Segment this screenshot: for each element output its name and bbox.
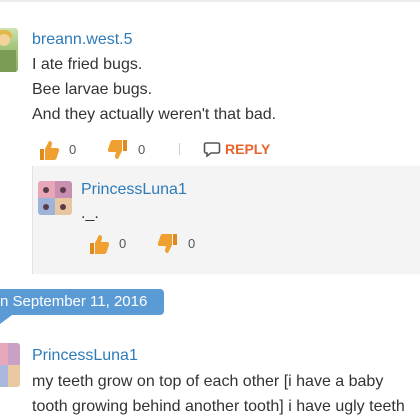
thumbs-up-icon xyxy=(90,235,110,254)
reply-label: REPLY xyxy=(225,141,271,157)
like-button[interactable]: 0 xyxy=(37,139,76,161)
comment-username[interactable]: breann.west.5 xyxy=(32,30,133,50)
avatar[interactable] xyxy=(0,343,20,387)
thumbs-up-icon xyxy=(40,141,60,160)
reply-text: ._. xyxy=(81,205,99,222)
reply-bubble-icon xyxy=(203,142,221,158)
date-divider-label: n September 11, 2016 xyxy=(0,293,148,310)
dislike-count: 0 xyxy=(138,142,146,157)
avatar[interactable] xyxy=(38,181,72,215)
comment-text-line: And they actually weren't that bad. xyxy=(32,106,277,123)
comment-text-line: tooth growing behind another tooth] i ha… xyxy=(32,398,405,415)
dislike-count: 0 xyxy=(188,236,196,251)
reply-button[interactable]: REPLY xyxy=(203,140,270,158)
date-divider-tail xyxy=(0,315,12,324)
comment-username[interactable]: PrincessLuna1 xyxy=(32,346,138,366)
thumbs-down-icon xyxy=(157,234,177,253)
like-button[interactable]: 0 xyxy=(87,233,126,255)
like-count: 0 xyxy=(69,142,77,157)
like-count: 0 xyxy=(119,236,127,251)
date-divider: n September 11, 2016 xyxy=(0,289,164,315)
action-separator xyxy=(179,143,180,155)
thumbs-down-icon xyxy=(107,140,127,159)
top-divider xyxy=(0,0,420,2)
comment-text-line: I ate fried bugs. xyxy=(32,56,143,73)
dislike-button[interactable]: 0 xyxy=(156,233,195,255)
comment-text-line: Bee larvae bugs. xyxy=(32,81,153,98)
reply-username[interactable]: PrincessLuna1 xyxy=(81,180,187,200)
avatar[interactable] xyxy=(0,28,18,72)
comment-text-line: my teeth grow on top of each other [i ha… xyxy=(32,373,384,390)
dislike-button[interactable]: 0 xyxy=(106,139,145,161)
